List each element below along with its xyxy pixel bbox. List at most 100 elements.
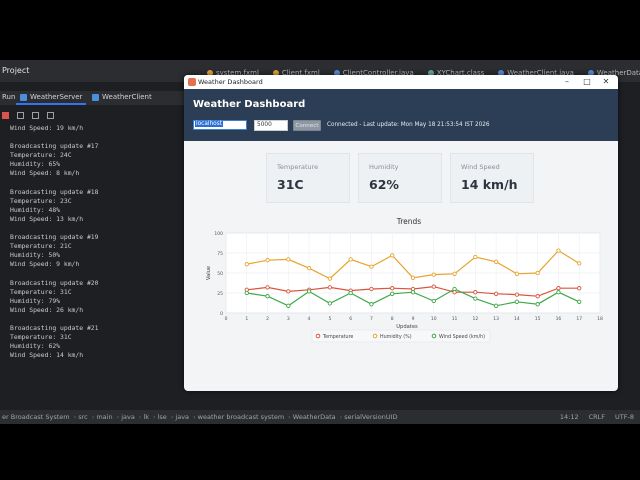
x-tick-label: 7 <box>370 316 373 322</box>
close-icon[interactable]: ✕ <box>599 76 613 88</box>
data-point <box>244 262 249 267</box>
data-point <box>493 259 499 264</box>
port-input[interactable]: 5000 <box>254 120 288 131</box>
chevron-right-icon: › <box>288 413 291 421</box>
data-point <box>431 298 436 304</box>
breadcrumb-item[interactable]: java <box>175 413 191 421</box>
data-point <box>493 291 499 296</box>
console-line: Humidity: 48% <box>10 205 61 214</box>
settings-icon[interactable] <box>32 112 39 119</box>
more-icon[interactable] <box>47 112 54 119</box>
host-input[interactable]: localhost <box>193 120 247 130</box>
breadcrumb-item[interactable]: serialVersionUID <box>344 413 399 421</box>
maximize-icon[interactable]: □ <box>580 76 594 88</box>
data-point <box>473 254 478 260</box>
console-line: Broadcasting update #19 <box>10 233 99 242</box>
line-separator[interactable]: CRLF <box>589 413 605 421</box>
console-line: Humidity: 50% <box>10 251 61 260</box>
app-logo-icon <box>188 78 196 86</box>
y-tick-label: 0 <box>220 311 223 317</box>
data-point <box>327 285 333 290</box>
console-line: Temperature: 31C <box>10 287 72 296</box>
minimize-icon[interactable]: – <box>560 76 574 88</box>
data-point <box>514 271 520 276</box>
data-point <box>452 271 457 276</box>
camera-icon[interactable] <box>17 112 24 119</box>
data-point <box>306 266 312 271</box>
card-label: Temperature <box>277 163 319 171</box>
data-point <box>369 286 374 292</box>
connect-button[interactable]: Connect <box>293 120 321 131</box>
breadcrumb-item[interactable]: WeatherData <box>293 413 338 421</box>
breadcrumb-item[interactable]: er Broadcast System <box>2 413 72 421</box>
data-point <box>244 290 249 296</box>
breadcrumb-item[interactable]: src <box>78 413 90 421</box>
breadcrumb-item[interactable]: main <box>96 413 114 421</box>
active-tab-indicator <box>16 103 86 105</box>
tab-weatherclient[interactable]: WeatherClient <box>92 93 152 101</box>
x-tick-label: 11 <box>452 316 458 322</box>
chevron-right-icon: › <box>153 413 156 421</box>
window-title: Weather Dashboard <box>198 78 263 86</box>
x-tick-label: 14 <box>514 316 520 322</box>
ide-status-bar: er Broadcast System › src › main › java › lk › lse… <box>0 410 640 424</box>
data-point <box>327 276 333 281</box>
run-config-icon <box>20 93 27 101</box>
x-axis-label: Updates <box>396 324 418 330</box>
x-tick-label: 18 <box>597 316 603 322</box>
dashboard-header: Weather Dashboard localhost 5000 Connect… <box>184 89 618 141</box>
legend-marker <box>372 333 378 339</box>
chevron-right-icon: › <box>73 413 77 421</box>
project-label[interactable]: Project <box>2 66 29 75</box>
data-point <box>431 272 436 277</box>
data-point <box>410 290 416 295</box>
stop-icon[interactable] <box>2 112 9 119</box>
breadcrumb-item[interactable]: weather broadcast system <box>198 413 287 421</box>
console-line: Wind Speed: 26 km/h <box>10 305 84 314</box>
breadcrumb-item[interactable]: lk <box>143 413 151 421</box>
data-point <box>286 257 291 262</box>
console-line: Temperature: 21C <box>10 242 72 251</box>
run-config-icon <box>92 93 99 101</box>
y-tick-label: 75 <box>217 251 223 257</box>
weather-dashboard-window: Weather Dashboard – □ ✕ Weather Dashboar… <box>184 75 618 391</box>
data-point <box>556 248 561 253</box>
data-point <box>286 303 291 308</box>
chevron-right-icon: › <box>138 413 142 421</box>
x-tick-label: 0 <box>225 316 228 322</box>
console-line: Broadcasting update #20 <box>10 278 99 287</box>
legend-entry: Temperature <box>322 334 353 340</box>
run-toolbar <box>0 110 187 122</box>
data-point <box>577 261 582 266</box>
connection-status: Connected - Last update: Mon May 18 21:5… <box>327 122 490 128</box>
x-tick-label: 9 <box>412 316 415 322</box>
data-point <box>265 258 270 263</box>
data-point <box>265 285 270 290</box>
data-point <box>514 299 520 304</box>
data-point <box>348 257 353 262</box>
data-point <box>286 289 291 294</box>
card-label: Humidity <box>369 163 399 171</box>
wind-speed-card: Wind Speed 14 km/h <box>450 153 534 203</box>
data-point <box>390 291 395 296</box>
data-point <box>577 286 582 291</box>
data-point <box>577 299 582 304</box>
run-tab[interactable]: Run <box>2 93 15 101</box>
legend-marker <box>431 333 437 339</box>
console-output[interactable]: Wind Speed: 19 km/h Broadcasting update #… <box>10 124 185 360</box>
tab-weatherserver[interactable]: WeatherServer <box>20 93 82 101</box>
chart-title: Trends <box>396 217 422 226</box>
data-point <box>473 296 478 301</box>
card-label: Wind Speed <box>461 163 500 171</box>
breadcrumb-item[interactable]: lse <box>158 413 169 421</box>
file-encoding[interactable]: UTF-8 <box>615 413 634 421</box>
data-point <box>535 270 540 276</box>
console-line: Wind Speed: 14 km/h <box>10 351 84 360</box>
window-titlebar: Weather Dashboard – □ ✕ <box>184 75 618 89</box>
status-right: 14:12 CRLF UTF-8 <box>560 413 634 421</box>
data-point <box>493 303 499 308</box>
cursor-position[interactable]: 14:12 <box>560 413 579 421</box>
breadcrumb-item[interactable]: java <box>121 413 137 421</box>
y-tick-label: 100 <box>214 231 223 237</box>
